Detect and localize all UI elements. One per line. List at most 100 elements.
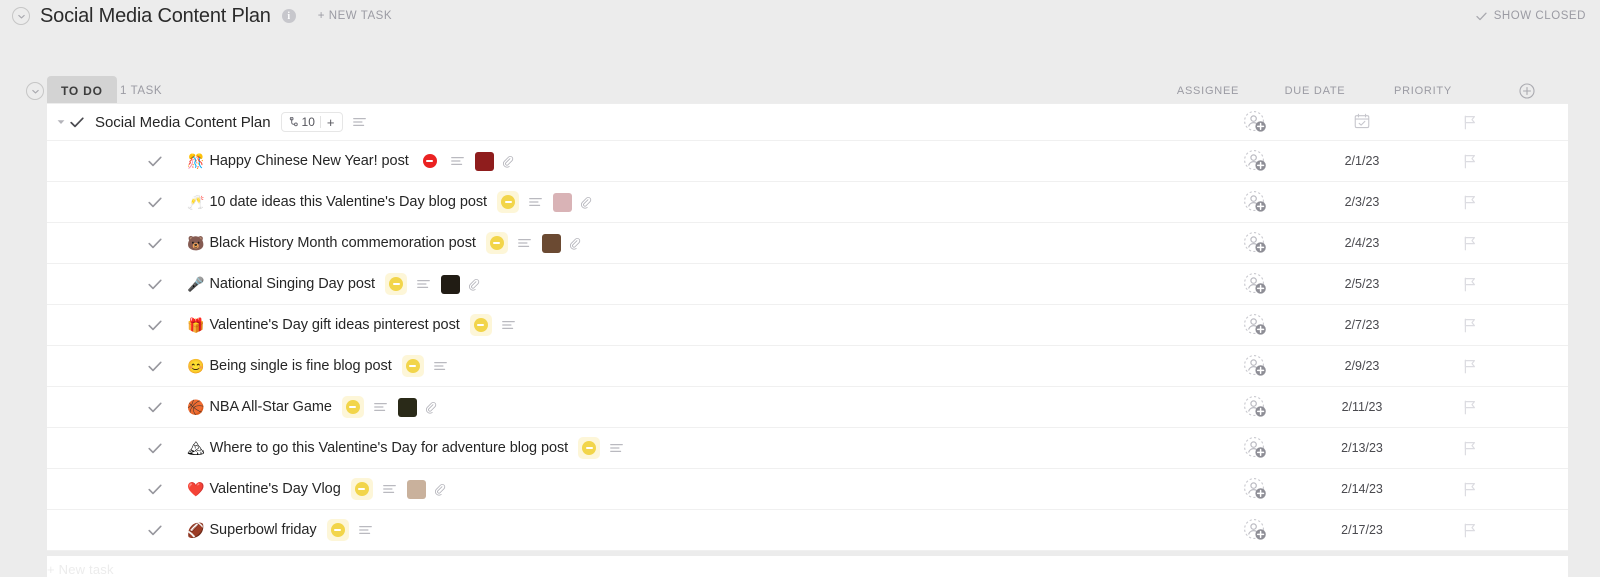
add-subtask-button[interactable]: + bbox=[321, 116, 341, 129]
task-row[interactable]: ❤️ Valentine's Day Vlog 2/14/23 bbox=[47, 469, 1568, 510]
description-icon[interactable] bbox=[433, 361, 447, 371]
task-row[interactable]: 🏈 Superbowl friday 2/17/23 bbox=[47, 510, 1568, 551]
assignee-cell[interactable] bbox=[1205, 141, 1305, 181]
task-name-cell[interactable]: 🏀 NBA All-Star Game bbox=[47, 387, 437, 427]
task-status-badge[interactable] bbox=[485, 232, 508, 254]
due-date-cell[interactable]: 2/11/23 bbox=[1315, 387, 1409, 427]
assignee-add-avatar-icon[interactable] bbox=[1243, 149, 1267, 173]
assignee-cell[interactable] bbox=[1205, 182, 1305, 222]
priority-cell[interactable] bbox=[1423, 264, 1517, 304]
task-thumbnail[interactable] bbox=[474, 151, 494, 171]
task-row[interactable]: 🐻 Black History Month commemoration post 2… bbox=[47, 223, 1568, 264]
parent-task-name-cell[interactable]: Social Media Content Plan 10 + bbox=[47, 104, 367, 140]
info-icon[interactable]: i bbox=[281, 9, 296, 23]
task-name-cell[interactable]: 🎤 National Singing Day post bbox=[47, 264, 480, 304]
priority-cell[interactable] bbox=[1423, 387, 1517, 427]
task-name[interactable]: NBA All-Star Game bbox=[209, 399, 332, 415]
assignee-add-avatar-icon[interactable] bbox=[1243, 395, 1267, 419]
attachment-icon[interactable] bbox=[579, 196, 592, 209]
due-date-cell[interactable]: 2/13/23 bbox=[1315, 428, 1409, 468]
task-complete-check[interactable] bbox=[145, 525, 165, 536]
triangle-down-icon[interactable] bbox=[55, 119, 67, 125]
priority-cell[interactable] bbox=[1423, 104, 1517, 140]
description-icon[interactable] bbox=[450, 156, 464, 166]
task-name-cell[interactable]: 🏈 Superbowl friday bbox=[47, 510, 372, 550]
due-date-cell[interactable] bbox=[1315, 104, 1409, 140]
assignee-cell[interactable] bbox=[1205, 346, 1305, 386]
task-name[interactable]: 10 date ideas this Valentine's Day blog … bbox=[209, 194, 487, 210]
task-status-badge[interactable] bbox=[497, 191, 520, 213]
attachment-icon[interactable] bbox=[568, 237, 581, 250]
task-complete-check[interactable] bbox=[145, 361, 165, 372]
assignee-add-avatar-icon[interactable] bbox=[1243, 313, 1267, 337]
task-row[interactable]: 🥂 10 date ideas this Valentine's Day blog… bbox=[47, 182, 1568, 223]
priority-cell[interactable] bbox=[1423, 469, 1517, 509]
assignee-cell[interactable] bbox=[1205, 264, 1305, 304]
assignee-cell[interactable] bbox=[1205, 104, 1305, 140]
description-icon[interactable] bbox=[610, 443, 624, 453]
attachment-icon[interactable] bbox=[433, 483, 446, 496]
priority-cell[interactable] bbox=[1423, 182, 1517, 222]
description-icon[interactable] bbox=[358, 525, 372, 535]
task-name[interactable]: Happy Chinese New Year! post bbox=[209, 153, 408, 169]
add-column-button[interactable] bbox=[1505, 76, 1549, 106]
assignee-add-avatar-icon[interactable] bbox=[1243, 231, 1267, 255]
description-icon[interactable] bbox=[374, 402, 387, 412]
due-date-cell[interactable]: 2/3/23 bbox=[1315, 182, 1409, 222]
parent-task-name[interactable]: Social Media Content Plan bbox=[95, 114, 271, 131]
description-icon[interactable] bbox=[529, 197, 542, 207]
task-name-cell[interactable]: 🎁 Valentine's Day gift ideas pinterest po… bbox=[47, 305, 515, 345]
assignee-add-avatar-icon[interactable] bbox=[1243, 518, 1267, 542]
status-group-todo[interactable]: TO DO bbox=[47, 76, 117, 106]
attachment-icon[interactable] bbox=[467, 278, 480, 291]
task-complete-check[interactable] bbox=[145, 238, 165, 249]
task-status-badge[interactable] bbox=[419, 150, 441, 172]
assignee-add-avatar-icon[interactable] bbox=[1243, 110, 1267, 134]
task-status-badge[interactable] bbox=[326, 519, 349, 541]
assignee-add-avatar-icon[interactable] bbox=[1243, 436, 1267, 460]
task-row[interactable]: 🎁 Valentine's Day gift ideas pinterest po… bbox=[47, 305, 1568, 346]
description-icon[interactable] bbox=[382, 484, 396, 494]
due-date-cell[interactable]: 2/9/23 bbox=[1315, 346, 1409, 386]
task-complete-check[interactable] bbox=[145, 402, 165, 413]
attachment-icon[interactable] bbox=[501, 155, 514, 168]
task-status-badge[interactable] bbox=[385, 273, 408, 295]
task-name-cell[interactable]: 😊 Being single is fine blog post bbox=[47, 346, 447, 386]
task-row[interactable]: 😊 Being single is fine blog post 2/9/23 bbox=[47, 346, 1568, 387]
priority-cell[interactable] bbox=[1423, 141, 1517, 181]
task-complete-check[interactable] bbox=[145, 156, 165, 167]
assignee-cell[interactable] bbox=[1205, 510, 1305, 550]
assignee-add-avatar-icon[interactable] bbox=[1243, 354, 1267, 378]
priority-cell[interactable] bbox=[1423, 305, 1517, 345]
task-complete-check[interactable] bbox=[67, 116, 87, 128]
task-thumbnail[interactable] bbox=[441, 274, 461, 294]
task-row[interactable]: 🏔 Where to go this Valentine's Day for ad… bbox=[47, 428, 1568, 469]
assignee-cell[interactable] bbox=[1205, 387, 1305, 427]
parent-task-row[interactable]: Social Media Content Plan 10 + bbox=[47, 104, 1568, 141]
task-thumbnail[interactable] bbox=[406, 479, 426, 499]
show-closed-toggle[interactable]: SHOW CLOSED bbox=[1476, 10, 1586, 22]
task-name-cell[interactable]: 🎊 Happy Chinese New Year! post bbox=[47, 141, 514, 181]
task-name-cell[interactable]: ❤️ Valentine's Day Vlog bbox=[47, 469, 446, 509]
assignee-add-avatar-icon[interactable] bbox=[1243, 477, 1267, 501]
column-header-priority[interactable]: PRIORITY bbox=[1376, 76, 1470, 106]
task-thumbnail[interactable] bbox=[397, 397, 417, 417]
task-complete-check[interactable] bbox=[145, 197, 165, 208]
assignee-add-avatar-icon[interactable] bbox=[1243, 190, 1267, 214]
due-date-cell[interactable]: 2/7/23 bbox=[1315, 305, 1409, 345]
new-task-button[interactable]: + NEW TASK bbox=[318, 10, 392, 22]
assignee-cell[interactable] bbox=[1205, 428, 1305, 468]
priority-cell[interactable] bbox=[1423, 223, 1517, 263]
task-complete-check[interactable] bbox=[145, 320, 165, 331]
task-name[interactable]: Being single is fine blog post bbox=[209, 358, 391, 374]
task-row[interactable]: 🎤 National Singing Day post 2/5/23 bbox=[47, 264, 1568, 305]
assignee-add-avatar-icon[interactable] bbox=[1243, 272, 1267, 296]
due-date-cell[interactable]: 2/4/23 bbox=[1315, 223, 1409, 263]
description-icon[interactable] bbox=[417, 279, 430, 289]
task-thumbnail[interactable] bbox=[553, 192, 573, 212]
task-status-badge[interactable] bbox=[469, 314, 492, 336]
description-icon[interactable] bbox=[501, 320, 515, 330]
description-icon[interactable] bbox=[518, 238, 531, 248]
footer-new-task-button[interactable]: + New task bbox=[47, 562, 114, 577]
list-collapse-icon[interactable] bbox=[26, 82, 44, 100]
